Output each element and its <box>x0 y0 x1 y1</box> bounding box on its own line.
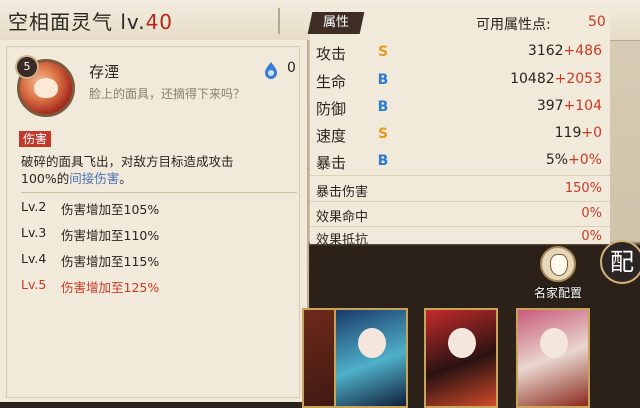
attr-value: 397+104 <box>536 98 602 114</box>
indirect-damage-link[interactable]: 间接伤害 <box>69 171 119 186</box>
level-row: Lv.4 伤害增加至115% <box>21 251 291 277</box>
portrait <box>540 328 568 358</box>
attributes-panel: 属性 可用属性点: 50 攻击 S 3162+486 生命 B 10482+20… <box>307 8 610 248</box>
attr-value: 150% <box>564 181 602 196</box>
fox-mask-icon <box>540 246 576 282</box>
level-prefix: lv. <box>120 10 146 34</box>
attr-value: 0% <box>581 229 602 244</box>
level-label: Lv.5 <box>21 277 47 292</box>
attr-value: 3162+486 <box>527 43 602 59</box>
attr-row-hp: 生命 B 10482+2053 <box>310 68 610 94</box>
skill-card: 5 存湮 脸上的面具，还摘得下来吗？ 0 伤害 破碎的面具飞出，对敌方目标造成攻… <box>0 40 309 402</box>
skill-effect: 破碎的面具飞出，对敌方目标造成攻击 100%的间接伤害。 <box>21 153 291 187</box>
grade-badge: B <box>377 153 389 169</box>
grade-badge: S <box>377 44 389 60</box>
attr-name: 暴击伤害 <box>316 185 369 200</box>
effect-line-2: 100%的间接伤害。 <box>21 170 291 187</box>
attr-divider <box>310 175 610 176</box>
level-label: Lv.4 <box>21 251 47 266</box>
available-points-value: 50 <box>588 14 606 30</box>
level-text: 伤害增加至115% <box>61 254 160 269</box>
tab-label: 属性 <box>322 15 349 30</box>
level-row: Lv.2 伤害增加至105% <box>21 199 291 225</box>
attr-row-speed: 速度 S 119+0 <box>310 122 610 148</box>
attr-value: 0% <box>581 206 602 221</box>
attr-name: 效果命中 <box>316 210 369 225</box>
attr-row-defense: 防御 B 397+104 <box>310 95 610 121</box>
attr-divider <box>310 201 610 202</box>
skill-type-tag: 伤害 <box>19 131 52 147</box>
skill-card-frame: 5 存湮 脸上的面具，还摘得下来吗？ 0 伤害 破碎的面具飞出，对敌方目标造成攻… <box>6 46 300 398</box>
portrait <box>448 328 476 358</box>
attr-value: 5%+0% <box>545 152 602 168</box>
attr-name: 防御 <box>316 100 347 118</box>
config-button[interactable]: 配 <box>600 240 640 284</box>
attr-value: 10482+2053 <box>510 71 602 87</box>
header-divider <box>278 8 280 34</box>
mask-icon <box>34 78 58 98</box>
attr-row-crit: 暴击 B 5%+0% <box>310 149 610 175</box>
grade-badge: B <box>377 72 389 88</box>
shikigami-strip <box>302 246 640 408</box>
grade-badge: S <box>377 126 389 142</box>
level-text: 伤害增加至105% <box>61 202 160 217</box>
skill-level-list: Lv.2 伤害增加至105% Lv.3 伤害增加至110% Lv.4 伤害增加至115… <box>21 199 291 303</box>
effect-text: 100%的 <box>21 171 70 186</box>
tab-attributes[interactable]: 属性 <box>307 12 365 34</box>
shikigami-title: 空相面灵气 lv.40 <box>8 6 173 35</box>
skill-flavor-text: 脸上的面具，还摘得下来吗？ <box>89 87 246 101</box>
mingjia-config-button[interactable]: 名家配置 <box>526 246 590 302</box>
level-value: 40 <box>145 10 174 34</box>
effect-line-1: 破碎的面具飞出，对敌方目标造成攻击 <box>21 154 234 169</box>
shikigami-name: 空相面灵气 <box>8 10 113 34</box>
attr-value: 119+0 <box>554 125 602 141</box>
level-text: 伤害增加至110% <box>61 228 160 243</box>
attr-name: 生命 <box>316 73 347 91</box>
level-text: 伤害增加至125% <box>61 280 160 295</box>
effect-period: 。 <box>119 171 132 186</box>
attr-name: 速度 <box>316 127 347 145</box>
shikigami-card[interactable] <box>424 308 498 408</box>
mingjia-label: 名家配置 <box>533 286 582 300</box>
skill-level-badge: 5 <box>15 55 39 79</box>
shikigami-card[interactable] <box>516 308 590 408</box>
attr-row-attack: 攻击 S 3162+486 <box>310 40 610 66</box>
onibi-cost: 0 <box>287 60 296 76</box>
onibi-icon <box>265 62 277 79</box>
attr-name: 暴击 <box>316 154 347 172</box>
level-label: Lv.2 <box>21 199 47 214</box>
shikigami-card[interactable] <box>334 308 408 408</box>
level-row: Lv.3 伤害增加至110% <box>21 225 291 251</box>
skill-divider <box>21 192 297 193</box>
level-row-current: Lv.5 伤害增加至125% <box>21 277 291 303</box>
skill-name: 存湮 <box>89 63 120 81</box>
grade-badge: B <box>377 99 389 115</box>
available-points-label: 可用属性点: <box>476 17 551 33</box>
attr-name: 攻击 <box>316 45 347 63</box>
portrait <box>358 328 386 358</box>
level-label: Lv.3 <box>21 225 47 240</box>
